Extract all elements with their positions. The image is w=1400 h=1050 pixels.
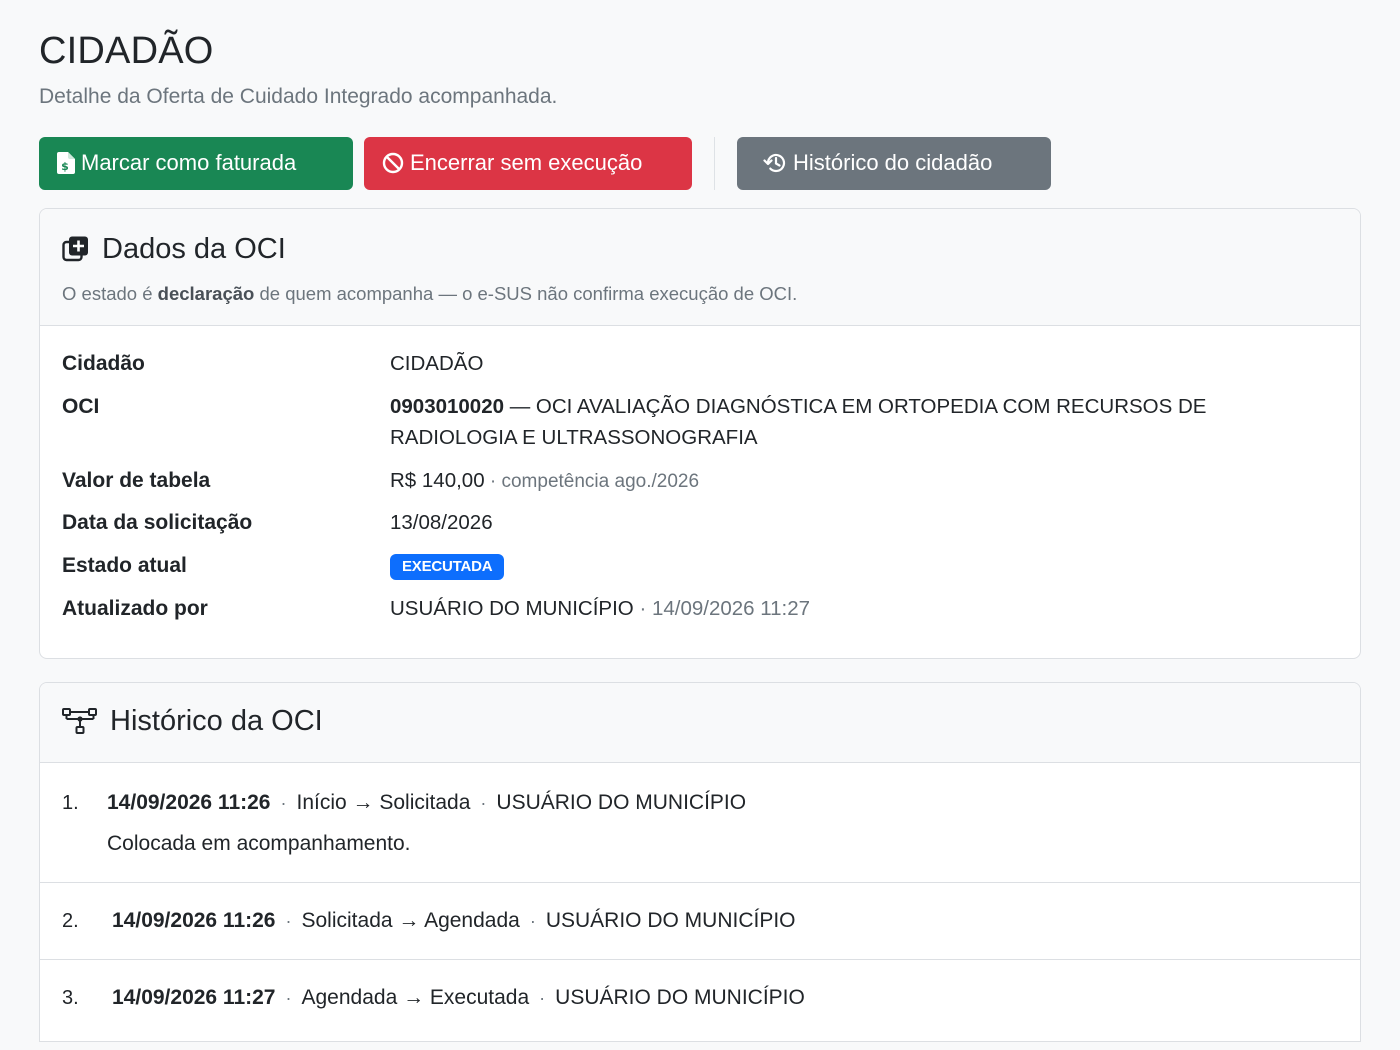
- detail-term-data: Data da solicitação: [62, 511, 253, 534]
- history-item: 2. 14/09/2026 11:26 · Solicitada → Agend…: [40, 883, 1360, 960]
- history-item-user: USUÁRIO DO MUNICÍPIO: [545, 909, 796, 932]
- history-item: 1. 14/09/2026 11:26 · Início → Solicitad…: [40, 763, 1360, 883]
- oci-description: — OCI AVALIAÇÃO DIAGNÓSTICA EM ORTOPEDIA…: [390, 395, 1207, 449]
- history-item-number: 2.: [62, 910, 79, 932]
- history-separator: ·: [529, 911, 536, 931]
- history-item-line: 1. 14/09/2026 11:26 · Início → Solicitad…: [62, 787, 1338, 819]
- oci-card-header: Dados da OCI O estado é declaração de qu…: [40, 209, 1360, 326]
- oci-details-list: Cidadão CIDADÃO OCI 0903010020 — OCI AVA…: [40, 326, 1360, 636]
- detail-value-data: 13/08/2026: [390, 511, 493, 534]
- history-card-header: Histórico da OCI: [40, 683, 1360, 763]
- oci-card-title-text: Dados da OCI: [102, 233, 286, 265]
- detail-term-oci: OCI: [62, 395, 100, 418]
- detail-value-oci: 0903010020 — OCI AVALIAÇÃO DIAGNÓSTICA E…: [390, 391, 1338, 465]
- history-list: 1. 14/09/2026 11:26 · Início → Solicitad…: [40, 763, 1360, 1040]
- history-card-title: Histórico da OCI: [62, 703, 1338, 739]
- history-item-transition: Agendada → Executada: [301, 986, 530, 1009]
- history-item-transition: Solicitada → Agendada: [301, 909, 520, 932]
- close-without-execution-button[interactable]: Encerrar sem execução: [364, 136, 692, 190]
- oci-desc-prefix: O estado é: [62, 283, 158, 304]
- detail-term-estado: Estado atual: [62, 554, 187, 577]
- plus-square-stack-icon: [62, 235, 90, 263]
- oci-card-title: Dados da OCI: [62, 231, 1338, 267]
- detail-value-estado: EXECUTADA: [390, 550, 1338, 593]
- oci-desc-bold: declaração: [157, 283, 255, 304]
- svg-text:$: $: [61, 160, 69, 173]
- history-separator: ·: [480, 793, 487, 813]
- close-without-execution-label: Encerrar sem execução: [410, 150, 643, 175]
- detail-row-cidadao: Cidadão CIDADÃO: [62, 348, 1338, 391]
- history-item-line: 3. 14/09/2026 11:27 · Agendada → Executa…: [62, 982, 1338, 1014]
- valor-competencia: · competência ago./2026: [484, 471, 700, 492]
- diagram-nodes-icon: [62, 707, 98, 735]
- file-dollar-icon: $: [57, 152, 81, 174]
- history-item-date: 14/09/2026 11:26: [107, 791, 271, 814]
- history-item-number: 3.: [62, 987, 79, 1009]
- detail-value-cidadao: CIDADÃO: [390, 352, 484, 375]
- oci-desc-suffix: de quem acompanha — o e-SUS não confirma…: [254, 283, 798, 304]
- mark-billed-label: Marcar como faturada: [81, 150, 297, 175]
- detail-row-estado: Estado atual EXECUTADA: [62, 550, 1338, 593]
- detail-row-valor: Valor de tabela R$ 140,00 · competência …: [62, 465, 1338, 507]
- detail-value-atualizado: USUÁRIO DO MUNICÍPIO · 14/09/2026 11:27: [390, 593, 1338, 636]
- atualizado-when: · 14/09/2026 11:27: [633, 597, 811, 620]
- history-item-line: 2. 14/09/2026 11:26 · Solicitada → Agend…: [62, 905, 1338, 937]
- history-item: 3. 14/09/2026 11:27 · Agendada → Executa…: [40, 960, 1360, 1040]
- page-title: CIDADÃO: [39, 30, 214, 72]
- page-subtitle: Detalhe da Oferta de Cuidado Integrado a…: [39, 85, 558, 108]
- oci-data-card: Dados da OCI O estado é declaração de qu…: [39, 208, 1361, 659]
- history-separator: ·: [285, 911, 292, 931]
- toolbar-divider: [714, 136, 715, 190]
- history-item-user: USUÁRIO DO MUNICÍPIO: [555, 986, 805, 1009]
- status-badge: EXECUTADA: [390, 553, 505, 580]
- history-item-transition: Início → Solicitada: [296, 791, 471, 814]
- action-toolbar: $ Marcar como faturada Encerrar sem exec…: [39, 136, 1361, 190]
- oci-card-description: O estado é declaração de quem acompanha …: [62, 283, 1338, 305]
- citizen-history-button[interactable]: Histórico do cidadão: [737, 136, 1051, 190]
- valor-amount: R$ 140,00: [390, 469, 485, 492]
- detail-row-oci: OCI 0903010020 — OCI AVALIAÇÃO DIAGNÓSTI…: [62, 391, 1338, 465]
- history-item-user: USUÁRIO DO MUNICÍPIO: [496, 791, 747, 814]
- detail-term-valor: Valor de tabela: [62, 469, 211, 492]
- detail-row-atualizado: Atualizado por USUÁRIO DO MUNICÍPIO · 14…: [62, 593, 1338, 636]
- ban-icon: [382, 152, 410, 174]
- detail-term-atualizado: Atualizado por: [62, 597, 208, 620]
- history-card-title-text: Histórico da OCI: [110, 705, 323, 737]
- oci-code: 0903010020: [390, 395, 505, 418]
- history-separator: ·: [285, 988, 292, 1008]
- clock-history-icon: [763, 152, 793, 174]
- history-item-date: 14/09/2026 11:26: [112, 909, 276, 932]
- detail-value-valor: R$ 140,00 · competência ago./2026: [390, 465, 1338, 507]
- history-item-date: 14/09/2026 11:27: [112, 986, 276, 1009]
- history-separator: ·: [280, 793, 287, 813]
- atualizado-user: USUÁRIO DO MUNICÍPIO: [390, 597, 634, 620]
- mark-billed-button[interactable]: $ Marcar como faturada: [39, 136, 353, 190]
- history-item-number: 1.: [62, 792, 79, 814]
- detail-row-data: Data da solicitação 13/08/2026: [62, 507, 1338, 550]
- oci-history-card: Histórico da OCI 1. 14/09/2026 11:26 · I…: [39, 682, 1361, 1042]
- history-item-note: Colocada em acompanhamento.: [107, 832, 411, 855]
- history-separator: ·: [539, 988, 546, 1008]
- detail-term-cidadao: Cidadão: [62, 352, 145, 375]
- citizen-history-label: Histórico do cidadão: [793, 150, 993, 175]
